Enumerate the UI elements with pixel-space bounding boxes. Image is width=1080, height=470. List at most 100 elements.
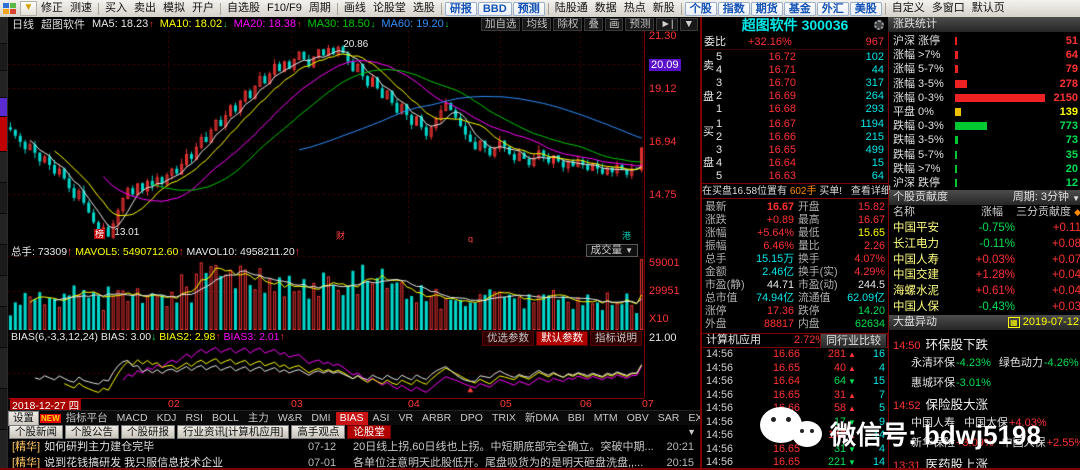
feed-stocks[interactable]: 永清环保-4.23%绿色动力-4.26% bbox=[911, 354, 1080, 370]
chart-button-均线[interactable]: 均线 bbox=[522, 18, 551, 31]
contrib-stock-name[interactable]: 长江电力 bbox=[893, 236, 939, 252]
toolbar-item-买入[interactable]: 买入 bbox=[102, 1, 130, 16]
feed-stocks[interactable]: 惠城环保-3.01% bbox=[911, 374, 999, 390]
event-marker-财[interactable]: 财 bbox=[336, 231, 345, 241]
toolbar-item-开户[interactable]: 开户 bbox=[189, 1, 217, 16]
indicator-tab-主力[interactable]: 主力 bbox=[244, 412, 273, 425]
indicator-tab-BOLL[interactable]: BOLL bbox=[208, 412, 243, 425]
chart-button-叠[interactable]: 叠 bbox=[584, 18, 603, 31]
market-alert-label[interactable]: 大盘异动 bbox=[893, 315, 937, 329]
toolbar-item-数据[interactable]: 数据 bbox=[592, 1, 620, 16]
indicator-tab-BIAS[interactable]: BIAS bbox=[336, 412, 368, 425]
toolbar-item-BBD[interactable]: BBD bbox=[478, 2, 512, 16]
news-row[interactable]: [精华]如何研判主力建仓完毕07-1220日线上拐,60日线也上拐。中短期底部完… bbox=[8, 439, 700, 455]
indicator-tab-VR[interactable]: VR bbox=[394, 412, 417, 425]
left-strip-tab[interactable] bbox=[0, 214, 7, 245]
chart-button-画[interactable]: 画 bbox=[605, 18, 624, 31]
sort-icon[interactable]: ◆ bbox=[1074, 205, 1080, 220]
indicator-tab-指标平台[interactable]: 指标平台 bbox=[62, 412, 112, 425]
left-strip-tab[interactable] bbox=[0, 430, 7, 470]
contribution-row[interactable]: 中国交建+1.28%+0.04 bbox=[889, 267, 1080, 283]
bias-pane[interactable]: BIAS(6,-3,3,12,24) BIAS: 3.00↓ BIAS2: 2.… bbox=[8, 330, 644, 399]
bias-button-指标说明[interactable]: 指标说明 bbox=[590, 331, 642, 346]
toolbar-item-卖出[interactable]: 卖出 bbox=[131, 1, 159, 16]
event-marker-榜[interactable]: 榜 bbox=[94, 229, 105, 239]
left-strip-tab[interactable] bbox=[0, 183, 7, 214]
chevron-down-icon[interactable]: ▼ bbox=[1072, 192, 1080, 206]
chart-nav-button[interactable]: ▼ bbox=[680, 18, 698, 31]
feed-stock-name[interactable]: 中国人保 bbox=[1002, 437, 1046, 449]
buy-row[interactable]: 316.65499 bbox=[714, 144, 888, 157]
feed-stock-name[interactable]: 惠城环保 bbox=[911, 377, 955, 389]
left-strip-tab[interactable] bbox=[0, 17, 7, 44]
app-grid-icon[interactable] bbox=[2, 3, 19, 15]
sell-row[interactable]: 216.69264 bbox=[714, 90, 888, 103]
toolbar-item-基金[interactable]: 基金 bbox=[784, 2, 816, 16]
left-strip-tab[interactable] bbox=[0, 348, 7, 389]
volume-pane[interactable]: 总手: 73309↑ MAVOL5: 5490712.60↑ MAVOL10: … bbox=[8, 243, 644, 331]
industry-compare-button[interactable]: 同行业比较 bbox=[820, 334, 886, 348]
indicator-tab-DPO[interactable]: DPO bbox=[456, 412, 487, 425]
indicator-tab-MACD[interactable]: MACD bbox=[113, 412, 152, 425]
indicator-tab-TRIX[interactable]: TRIX bbox=[488, 412, 520, 425]
toolbar-item-默认页[interactable]: 默认页 bbox=[969, 1, 1008, 16]
toolbar-item-F10/F9[interactable]: F10/F9 bbox=[264, 1, 305, 16]
contribution-row[interactable]: 长江电力-0.11%+0.08 bbox=[889, 236, 1080, 252]
left-strip-tab[interactable] bbox=[0, 152, 7, 183]
buy-row[interactable]: 416.6415 bbox=[714, 157, 888, 170]
left-strip-tab[interactable] bbox=[0, 245, 7, 276]
big-order-hint[interactable]: 在买盘16.58位置有 602手 买单! 查看详细 bbox=[702, 183, 888, 199]
left-tab-strip[interactable] bbox=[0, 17, 8, 470]
toolbar-item-论股堂[interactable]: 论股堂 bbox=[370, 1, 409, 16]
event-marker-港[interactable]: 港 bbox=[622, 231, 631, 241]
volume-indicator-selector[interactable]: 成交量 ▼ bbox=[586, 244, 638, 257]
indicator-tab-OBV[interactable]: OBV bbox=[623, 412, 653, 425]
pin-icon[interactable]: ▼ bbox=[687, 427, 700, 437]
toolbar-item-研报[interactable]: 研报 bbox=[445, 2, 477, 16]
indicator-tab-新DMA[interactable]: 新DMA bbox=[521, 412, 563, 425]
contribution-row[interactable]: 中国平安-0.75%+0.11 bbox=[889, 220, 1080, 236]
contrib-stock-name[interactable]: 中国人寿 bbox=[893, 252, 939, 268]
indicator-tab-SAR[interactable]: SAR bbox=[654, 412, 684, 425]
toolbar-item-个股[interactable]: 个股 bbox=[685, 2, 717, 16]
kline-pane[interactable]: 20.86 13.01 榜财q港 bbox=[8, 31, 644, 244]
sell-row[interactable]: 116.68293 bbox=[714, 103, 888, 116]
toolbar-item-测速[interactable]: 测速 bbox=[67, 1, 95, 16]
toolbar-item-热点[interactable]: 热点 bbox=[621, 1, 649, 16]
contrib-stock-name[interactable]: 海螺水泥 bbox=[893, 283, 939, 299]
toolbar-item-多窗口[interactable]: 多窗口 bbox=[929, 1, 968, 16]
toolbar-item-画线[interactable]: 画线 bbox=[341, 1, 369, 16]
toolbar-item-指数[interactable]: 指数 bbox=[718, 2, 750, 16]
contribution-row[interactable]: 中国人保-0.43%+0.03 bbox=[889, 299, 1080, 315]
feed-stock-name[interactable]: 绿色动力 bbox=[999, 357, 1043, 369]
news-tab-论股堂[interactable]: 论股堂 bbox=[347, 425, 391, 439]
chart-button-加自选[interactable]: 加自选 bbox=[481, 18, 521, 31]
feed-stock-name[interactable]: 新华保险 bbox=[911, 437, 955, 449]
news-tab-行业资讯[计算机应用][interactable]: 行业资讯[计算机应用] bbox=[177, 425, 289, 439]
news-tab-个股新闻[interactable]: 个股新闻 bbox=[9, 425, 63, 439]
indicator-tab-KDJ[interactable]: KDJ bbox=[153, 412, 181, 425]
news-tab-个股研报[interactable]: 个股研报 bbox=[121, 425, 175, 439]
feed-stock-name[interactable]: 中国人寿 bbox=[911, 417, 955, 429]
contribution-row[interactable]: 中国人寿+0.03%+0.07 bbox=[889, 252, 1080, 268]
toolbar-item-外汇[interactable]: 外汇 bbox=[817, 2, 849, 16]
feed-stock-name[interactable]: 中国太保 bbox=[964, 417, 1008, 429]
toolbar-item-修正[interactable]: 修正 bbox=[38, 1, 66, 16]
contribution-row[interactable]: 海螺水泥+0.61%+0.04 bbox=[889, 283, 1080, 299]
contrib-stock-name[interactable]: 中国平安 bbox=[893, 220, 939, 236]
gear-icon[interactable] bbox=[874, 20, 884, 30]
chart-button-除权[interactable]: 除权 bbox=[553, 18, 582, 31]
industry-name[interactable]: 计算机应用 bbox=[706, 334, 761, 347]
news-tab-高手观点[interactable]: 高手观点 bbox=[291, 425, 345, 439]
indicator-tab-MTM[interactable]: MTM bbox=[590, 412, 622, 425]
indicator-tab-DMI[interactable]: DMI bbox=[307, 412, 334, 425]
feed-headline[interactable]: 14:50环保股下跌 bbox=[893, 334, 988, 353]
toolbar-item-选股[interactable]: 选股 bbox=[410, 1, 438, 16]
toolbar-item-周期[interactable]: 周期 bbox=[306, 1, 334, 16]
indicator-tab-ARBR[interactable]: ARBR bbox=[418, 412, 455, 425]
chart-nav-button[interactable]: ►| bbox=[656, 18, 677, 31]
buy-row[interactable]: 516.6364 bbox=[714, 170, 888, 183]
toolbar-item-期货[interactable]: 期货 bbox=[751, 2, 783, 16]
toolbar-item-自选股[interactable]: 自选股 bbox=[224, 1, 263, 16]
kline-canvas[interactable] bbox=[8, 31, 644, 243]
